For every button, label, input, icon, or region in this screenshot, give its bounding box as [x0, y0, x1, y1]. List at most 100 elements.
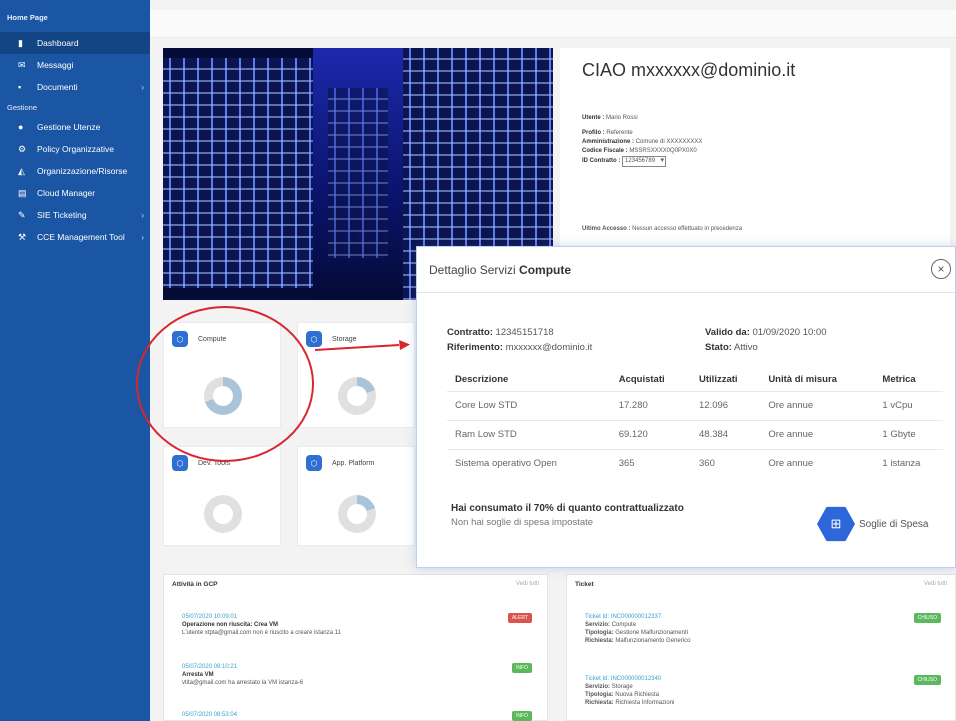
column-header: Acquistati [618, 374, 665, 386]
sidebar-item-gestione-utenze[interactable]: ● Gestione Utenze [0, 116, 150, 138]
activity-item[interactable]: 05/07/2020 08:53:04 INFO [182, 711, 532, 721]
ticket-service: Compute [611, 622, 637, 628]
activity-time: 05/07/2020 09:10:21 [182, 664, 238, 670]
sidebar-item-label: Messaggi [37, 60, 74, 70]
status-badge: CHIUSO [913, 675, 941, 685]
activity-description: L'utente xtpta@gmail.com non è riuscito … [182, 630, 341, 636]
table-cell: 17.280 [610, 390, 692, 420]
sidebar: Home Page ▮ Dashboard ✉ Messaggi ▪ Docum… [0, 0, 150, 721]
ticket-service: Storage [611, 684, 633, 690]
contract-status: Attivo [734, 342, 758, 353]
user-profile: Referente [606, 130, 633, 136]
sidebar-section-label: Gestione [7, 103, 38, 112]
service-detail-modal: Dettaglio Servizi Compute × Contratto: 1… [416, 246, 956, 568]
chevron-right-icon: › [141, 210, 144, 220]
table-cell: 365 [610, 448, 692, 478]
ticket-view-all-link[interactable]: Vedi tutti [924, 581, 947, 587]
table-cell: 1 istanza [874, 448, 943, 478]
grid-icon: ⊞ [817, 506, 855, 542]
table-cell: Ram Low STD [447, 419, 611, 449]
column-header: Descrizione [455, 374, 509, 386]
activity-time: 05/07/2020 08:53:04 [182, 712, 238, 718]
chevron-right-icon: › [141, 82, 144, 92]
fiscal-code: MSSRSXXXX0Q0PX0X0 [629, 148, 697, 154]
activity-item[interactable]: 05/07/2020 09:10:21 Arresta VM vtita@gma… [182, 663, 532, 687]
status-badge: INFO [512, 711, 532, 721]
consumption-summary: Hai consumato il 70% di quanto contrattu… [451, 503, 684, 528]
activity-title: Attività in GCP [172, 581, 218, 588]
sidebar-item-label: Policy Organizzative [37, 144, 115, 154]
ticket-id[interactable]: Ticket Id: INC000000012337 [585, 613, 941, 621]
valid-from: 01/09/2020 10:00 [752, 327, 827, 338]
contract-number: 12345151718 [495, 327, 554, 338]
card-header: ⬡ App. Platform [306, 455, 374, 471]
administration: Comune di XXXXXXXXX [635, 139, 703, 145]
service-table: Descrizione Acquistati Utilizzati Unità di … [447, 369, 943, 478]
threshold-text: Non hai soglie di spesa impostate [451, 517, 594, 528]
greeting: CIAO mxxxxxx@dominio.it [582, 60, 796, 80]
user-info: Utente : Mario Rossi Profilo : Referente… [582, 114, 702, 167]
table-cell: 1 Gbyte [874, 419, 943, 449]
table-cell: Sistema operativo Open [447, 448, 611, 478]
modal-title: Dettaglio Servizi Compute [429, 263, 572, 277]
table-cell: 69.120 [610, 419, 692, 449]
top-bar [150, 10, 956, 38]
activity-description: vtita@gmail.com ha arrestato la VM istan… [182, 680, 304, 686]
table-cell: Ore annue [760, 419, 875, 449]
sidebar-item-cloud-manager[interactable]: ▤ Cloud Manager [0, 182, 150, 204]
sidebar-item-label: Dashboard [37, 38, 79, 48]
validity-meta: Valido da: 01/09/2020 10:00 Stato: Attiv… [705, 327, 827, 353]
sidebar-item-cce-management-tool[interactable]: ⚒ CCE Management Tool › [0, 226, 150, 248]
ticket-item[interactable]: Ticket Id: INC000000012340 Servizio: Sto… [585, 675, 941, 707]
user-icon: ● [18, 121, 24, 132]
highlight-circle [136, 306, 314, 462]
table-cell: 12.096 [691, 390, 761, 420]
table-row: Core Low STD 17.280 12.096 Ore annue 1 vCpu [447, 390, 943, 420]
sidebar-item-organizzazione-risorse[interactable]: ◭ Organizzazione/Risorse [0, 160, 150, 182]
table-cell: Core Low STD [447, 390, 611, 420]
card-title: App. Platform [332, 459, 375, 467]
ticket-id[interactable]: Ticket Id: INC000000012340 [585, 675, 941, 683]
ticket-title: Ticket [575, 581, 594, 588]
ticket-panel: Ticket Vedi tutti Ticket Id: INC00000001… [566, 574, 956, 721]
sidebar-item-label: CCE Management Tool [37, 232, 125, 242]
spending-threshold-button[interactable]: ⊞ Soglie di Spesa [817, 505, 929, 543]
activity-view-all-link[interactable]: Vedi tutti [516, 581, 539, 587]
usage-donut [204, 495, 242, 533]
modal-header: Dettaglio Servizi Compute × [417, 247, 955, 293]
activity-title: Operazione non riuscita: Crea VM [182, 622, 279, 628]
ticket-request: Richiesta Informazioni [615, 700, 675, 706]
contract-select[interactable]: 123456789 [622, 156, 667, 167]
page: Home Page ▮ Dashboard ✉ Messaggi ▪ Docum… [0, 0, 956, 721]
ticket-item[interactable]: Ticket Id: INC000000012337 Servizio: Com… [585, 613, 941, 645]
status-badge: ALERT [507, 613, 532, 623]
ticket-request: Malfunzionamento Generico [615, 638, 691, 644]
close-icon[interactable]: × [931, 259, 951, 279]
table-cell: Ore annue [760, 390, 875, 420]
activity-time: 05/07/2020 10:09:01 [182, 614, 238, 620]
chevron-right-icon: › [141, 232, 144, 242]
service-card-storage[interactable]: ⬡ Storage [297, 322, 415, 428]
app-platform-icon: ⬡ [306, 455, 322, 471]
sidebar-item-policy-organizzative[interactable]: ⚙ Policy Organizzative [0, 138, 150, 160]
activity-item[interactable]: 05/07/2020 10:09:01 Operazione non riusc… [182, 613, 532, 637]
sidebar-brand[interactable]: Home Page [0, 0, 150, 32]
sidebar-item-label: Gestione Utenze [37, 122, 101, 132]
table-cell: 1 vCpu [874, 390, 943, 420]
user-name: Mario Rossi [606, 115, 638, 121]
sidebar-item-sie-ticketing[interactable]: ✎ SIE Ticketing › [0, 204, 150, 226]
document-icon: ▪ [18, 81, 22, 92]
server-icon: ▤ [18, 187, 27, 198]
activity-panel: Attività in GCP Vedi tutti 05/07/2020 10… [163, 574, 548, 721]
sidebar-item-messaggi[interactable]: ✉ Messaggi [0, 54, 150, 76]
sidebar-item-dashboard[interactable]: ▮ Dashboard [0, 32, 150, 54]
sidebar-item-label: Organizzazione/Risorse [37, 166, 128, 176]
activity-title: Arresta VM [182, 672, 214, 678]
table-cell: 360 [691, 448, 761, 478]
policy-icon: ⚙ [18, 143, 27, 154]
spending-threshold-label: Soglie di Spesa [859, 518, 929, 530]
sidebar-item-label: SIE Ticketing [37, 210, 87, 220]
service-card-app-platform[interactable]: ⬡ App. Platform [297, 446, 415, 546]
sidebar-item-documenti[interactable]: ▪ Documenti › [0, 76, 150, 98]
sidebar-item-label: Documenti [37, 82, 78, 92]
